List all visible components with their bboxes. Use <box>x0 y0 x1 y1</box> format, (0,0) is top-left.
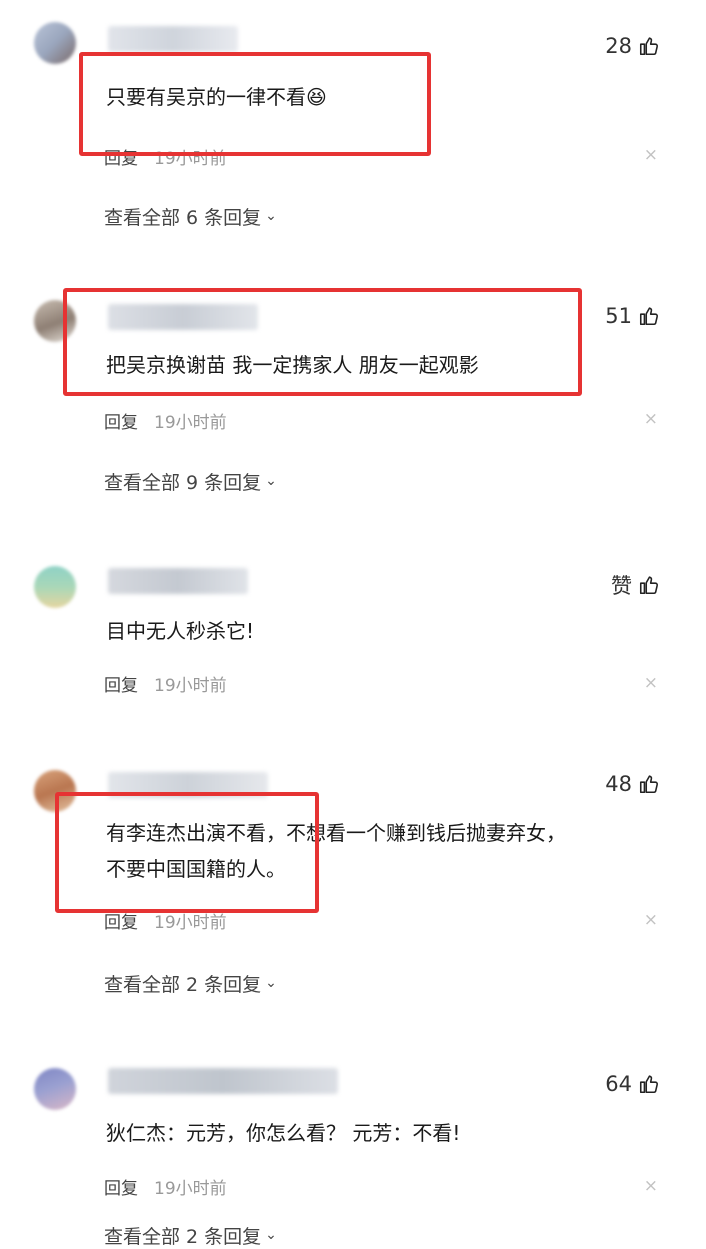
highlight-box <box>79 52 431 156</box>
view-replies-link[interactable]: 查看全部 9 条回复 ⌄ <box>104 468 277 495</box>
view-replies-label: 查看全部 2 条回复 <box>104 1226 262 1248</box>
comment-text: 目中无人秒杀它! <box>106 619 255 643</box>
view-replies-label: 查看全部 2 条回复 <box>104 974 262 996</box>
thumbs-up-icon <box>638 1073 660 1095</box>
view-replies-link[interactable]: 查看全部 2 条回复 ⌄ <box>104 970 277 997</box>
like-button[interactable]: 64 <box>605 1072 660 1096</box>
comment-text: 狄仁杰：元芳，你怎么看？ 元芳：不看! <box>106 1121 461 1145</box>
like-count: 48 <box>605 772 632 796</box>
comment-meta: 回复 19小时前 <box>104 671 227 696</box>
view-replies-label: 查看全部 9 条回复 <box>104 472 262 494</box>
like-button[interactable]: 51 <box>605 304 660 328</box>
comment-meta: 回复 19小时前 <box>104 1174 227 1199</box>
comment-meta: 回复 19小时前 <box>104 408 227 433</box>
timestamp: 19小时前 <box>154 1179 227 1199</box>
chevron-down-icon: ⌄ <box>265 1226 277 1243</box>
avatar[interactable] <box>34 1068 76 1110</box>
thumbs-up-icon <box>638 35 660 57</box>
username[interactable] <box>108 26 238 52</box>
avatar[interactable] <box>34 566 76 608</box>
timestamp: 19小时前 <box>154 413 227 433</box>
reply-button[interactable]: 回复 <box>104 671 138 696</box>
like-label: 赞 <box>611 574 632 598</box>
like-button[interactable]: 赞 <box>611 570 660 600</box>
close-icon[interactable]: × <box>644 145 658 165</box>
avatar[interactable] <box>34 22 76 64</box>
highlight-box <box>63 288 582 396</box>
timestamp: 19小时前 <box>154 676 227 696</box>
view-replies-label: 查看全部 6 条回复 <box>104 207 262 229</box>
chevron-down-icon: ⌄ <box>265 207 277 224</box>
username[interactable] <box>108 568 248 594</box>
chevron-down-icon: ⌄ <box>265 472 277 489</box>
close-icon[interactable]: × <box>644 409 658 429</box>
view-replies-link[interactable]: 查看全部 6 条回复 ⌄ <box>104 203 277 230</box>
thumbs-up-icon <box>638 574 660 596</box>
close-icon[interactable]: × <box>644 1176 658 1196</box>
like-count: 28 <box>605 34 632 58</box>
close-icon[interactable]: × <box>644 910 658 930</box>
thumbs-up-icon <box>638 305 660 327</box>
view-replies-link[interactable]: 查看全部 2 条回复 ⌄ <box>104 1222 277 1249</box>
like-count: 51 <box>605 304 632 328</box>
chevron-down-icon: ⌄ <box>265 974 277 991</box>
close-icon[interactable]: × <box>644 673 658 693</box>
highlight-box <box>55 792 319 913</box>
like-button[interactable]: 28 <box>605 34 660 58</box>
username[interactable] <box>108 1068 338 1094</box>
like-button[interactable]: 48 <box>605 772 660 796</box>
like-count: 64 <box>605 1072 632 1096</box>
reply-button[interactable]: 回复 <box>104 408 138 433</box>
thumbs-up-icon <box>638 773 660 795</box>
reply-button[interactable]: 回复 <box>104 1174 138 1199</box>
